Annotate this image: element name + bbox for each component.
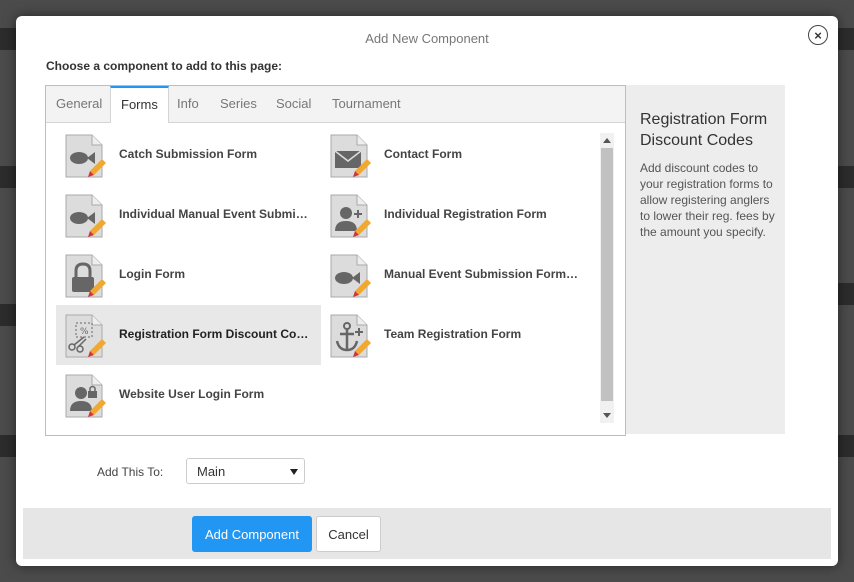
component-label: Team Registration Form (384, 327, 522, 341)
component-label: Contact Form (384, 147, 462, 161)
add-this-to-label: Add This To: (97, 465, 164, 479)
info-description: Add discount codes to your registration … (640, 161, 775, 239)
component-item-contact-form[interactable]: Contact Form (321, 125, 586, 185)
envelope-form-icon (330, 134, 371, 178)
component-label: Manual Event Submission Form for Teams (384, 267, 579, 281)
tab-series[interactable]: Series (210, 86, 267, 122)
component-list-scrollbar[interactable] (600, 133, 614, 423)
component-info-panel: Registration Form Discount Codes Add dis… (626, 85, 785, 434)
background-strip (0, 435, 16, 457)
component-item-registration-form-discount-codes[interactable]: % Registration Form Discount Codes (56, 305, 321, 365)
fish-form-icon (65, 194, 106, 238)
close-icon: × (814, 27, 822, 43)
component-item-catch-submission-form[interactable]: Catch Submission Form (56, 125, 321, 185)
scroll-up-arrow-icon[interactable] (603, 138, 611, 143)
modal-footer: Add Component Cancel (23, 508, 831, 559)
background-strip (838, 28, 854, 50)
component-label: Individual Manual Event Submission Form (119, 207, 314, 221)
add-component-modal: Add New Component × Choose a component t… (16, 16, 838, 566)
coupon-scissors-form-icon: % (65, 314, 106, 358)
component-item-manual-event-submission-form[interactable]: Manual Event Submission Form for Teams (321, 245, 586, 305)
background-strip (838, 166, 854, 188)
tab-forms[interactable]: Forms (110, 86, 169, 123)
fish-form-icon (65, 134, 106, 178)
scroll-down-arrow-icon[interactable] (603, 413, 611, 418)
component-tabs: General Forms Info Series Social Tournam… (46, 86, 625, 123)
scroll-thumb[interactable] (601, 148, 613, 401)
component-list: Catch Submission Form Contact Form Indiv… (46, 123, 625, 435)
background-strip (0, 304, 16, 326)
component-item-individual-manual-event-submission[interactable]: Individual Manual Event Submission Form (56, 185, 321, 245)
close-button[interactable]: × (808, 25, 828, 45)
component-picker: General Forms Info Series Social Tournam… (45, 85, 626, 436)
add-component-button[interactable]: Add Component (192, 516, 312, 552)
anchor-form-icon (330, 314, 371, 358)
fish-form-icon (330, 254, 371, 298)
caret-down-icon (290, 469, 298, 475)
user-add-form-icon (330, 194, 371, 238)
user-lock-form-icon (65, 374, 106, 418)
background-strip (0, 166, 16, 188)
info-title: Registration Form Discount Codes (640, 111, 768, 149)
add-this-to-select[interactable]: Main (186, 458, 305, 484)
tab-info[interactable]: Info (167, 86, 209, 122)
modal-title: Add New Component (365, 31, 489, 46)
component-item-team-registration-form[interactable]: Team Registration Form (321, 305, 586, 365)
tab-tournament[interactable]: Tournament (322, 86, 411, 122)
component-label: Website User Login Form (119, 387, 265, 401)
tab-social[interactable]: Social (266, 86, 321, 122)
component-item-individual-registration-form[interactable]: Individual Registration Form (321, 185, 586, 245)
tab-general[interactable]: General (46, 86, 112, 122)
choose-component-label: Choose a component to add to this page: (46, 59, 283, 73)
background-strip (838, 283, 854, 305)
component-label: Login Form (119, 267, 185, 281)
component-label: Registration Form Discount Codes (119, 327, 314, 341)
component-item-login-form[interactable]: Login Form (56, 245, 321, 305)
component-item-website-user-login-form[interactable]: Website User Login Form (56, 365, 321, 425)
background-strip (0, 28, 16, 50)
cancel-button[interactable]: Cancel (316, 516, 381, 552)
svg-text:%: % (80, 327, 89, 337)
select-value: Main (197, 464, 226, 479)
component-label: Individual Registration Form (384, 207, 547, 221)
lock-form-icon (65, 254, 106, 298)
component-label: Catch Submission Form (119, 147, 258, 161)
background-strip (838, 435, 854, 457)
